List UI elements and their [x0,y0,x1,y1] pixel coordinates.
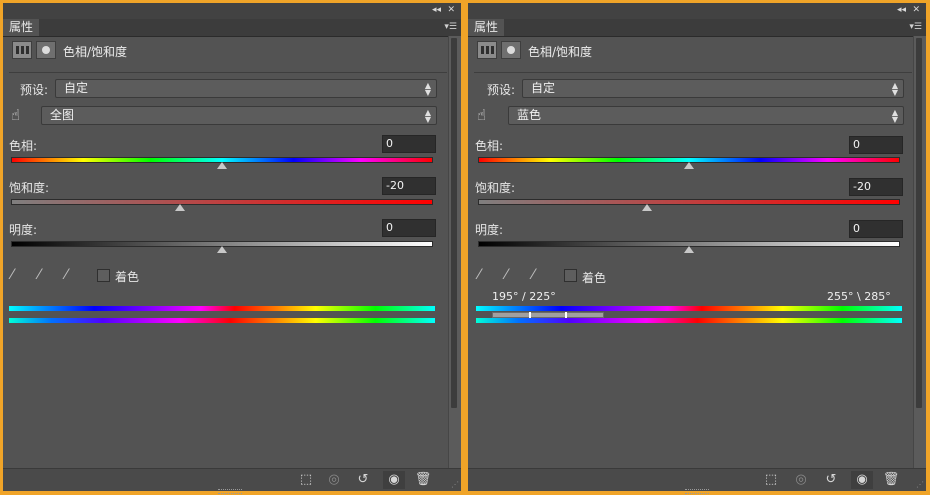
range-value: 全图 [50,108,75,122]
targeted-adjust-hand-icon[interactable]: ☝ [477,106,486,124]
adjustment-layer-icon[interactable] [12,41,32,59]
divider [9,72,447,73]
panel-resize-handle[interactable] [218,489,242,494]
hue-slider-thumb[interactable] [684,162,694,169]
divider [474,72,912,73]
close-icon[interactable]: ✕ [447,4,455,17]
saturation-slider-thumb[interactable] [642,204,652,211]
saturation-input[interactable]: -20 [849,178,903,196]
targeted-adjust-hand-icon[interactable]: ☝ [11,106,20,124]
preset-value: 自定 [531,81,556,95]
eyedropper-plus-icon[interactable]: ⁄ [38,267,40,283]
lightness-label: 明度: [9,223,38,237]
input-spectrum-bar [476,306,902,311]
arrow-down-icon: ▼ [424,88,431,97]
reset-icon[interactable]: ↺ [820,471,842,489]
preset-dropdown[interactable]: 自定 ▲ ▼ [522,79,904,98]
eyedropper-icon[interactable]: ⁄ [478,267,480,283]
panel-title-strip: ◂◂ ✕ [3,3,461,19]
view-previous-state-icon[interactable]: ◎ [790,471,812,489]
preset-value: 自定 [64,81,89,95]
preset-label: 预设: [487,83,516,97]
resize-grip-icon[interactable]: ⋰ [916,480,924,489]
eye-icon[interactable]: ◉ [383,471,405,489]
hue-label: 色相: [9,139,38,153]
saturation-input[interactable]: -20 [382,177,436,195]
arrow-down-icon: ▼ [891,88,898,97]
adjustment-title: 色相/饱和度 [528,45,593,59]
range-value: 蓝色 [517,108,542,122]
range-left-readout: 195° / 225° [492,290,556,303]
colorize-checkbox[interactable] [564,269,577,282]
lightness-label: 明度: [475,223,504,237]
panel-footer: ⬚ ◎ ↺ ◉ 🗑 ⋰ [468,468,926,491]
colorize-checkbox[interactable] [97,269,110,282]
eyedropper-icon[interactable]: ⁄ [11,267,13,283]
mask-icon[interactable] [36,41,56,59]
scrollbar[interactable] [913,36,926,471]
preset-label: 预设: [20,83,49,97]
adjustment-title: 色相/饱和度 [63,45,128,59]
tab-properties[interactable]: 属性 [3,19,40,36]
panel-title-strip: ◂◂ ✕ [468,3,926,19]
saturation-slider[interactable] [478,199,900,205]
hue-slider-thumb[interactable] [217,162,227,169]
range-dropdown[interactable]: 全图 ▲ ▼ [41,106,437,125]
eye-icon[interactable]: ◉ [851,471,873,489]
clip-to-layer-icon[interactable]: ⬚ [295,471,317,489]
view-previous-state-icon[interactable]: ◎ [323,471,345,489]
tab-bar: 属性 ▾☰ [468,19,926,37]
trash-icon[interactable]: 🗑 [412,471,434,489]
preset-dropdown[interactable]: 自定 ▲ ▼ [55,79,437,98]
range-dropdown[interactable]: 蓝色 ▲ ▼ [508,106,904,125]
arrow-down-icon: ▼ [891,115,898,124]
close-icon[interactable]: ✕ [912,4,920,17]
range-right-readout: 255° \ 285° [827,290,891,303]
saturation-slider-thumb[interactable] [175,204,185,211]
trash-icon[interactable]: 🗑 [880,471,902,489]
colorize-label: 着色 [115,270,140,284]
clip-to-layer-icon[interactable]: ⬚ [760,471,782,489]
eyedropper-minus-icon[interactable]: ⁄ [532,267,534,283]
output-spectrum-bar [476,318,902,323]
properties-panel-left: ◂◂ ✕ 属性 ▾☰ 色相/饱和度 预设: 自定 ▲ ▼ ☝ 全图 ▲ ▼ 色相: … [3,3,461,491]
panel-menu-icon[interactable]: ▾☰ [444,22,457,32]
lightness-slider-thumb[interactable] [217,246,227,253]
panel-resize-handle[interactable] [685,489,709,494]
properties-panel-right: ◂◂ ✕ 属性 ▾☰ 色相/饱和度 预设: 自定 ▲ ▼ ☝ 蓝色 ▲ ▼ 色相: … [468,3,926,491]
panel-menu-icon[interactable]: ▾☰ [909,22,922,32]
saturation-slider[interactable] [11,199,433,205]
adjustment-layer-icon[interactable] [477,41,497,59]
output-spectrum-bar [9,318,435,323]
lightness-input[interactable]: 0 [382,219,436,237]
scrollbar[interactable] [448,36,461,471]
lightness-input[interactable]: 0 [849,220,903,238]
panel-footer: ⬚ ◎ ↺ ◉ 🗑 ⋰ [3,468,461,491]
saturation-label: 饱和度: [9,181,50,195]
resize-grip-icon[interactable]: ⋰ [451,480,459,489]
hue-input[interactable]: 0 [849,136,903,154]
eyedropper-minus-icon[interactable]: ⁄ [65,267,67,283]
tab-properties[interactable]: 属性 [468,19,505,36]
tab-bar: 属性 ▾☰ [3,19,461,37]
collapse-icon[interactable]: ◂◂ [432,4,441,17]
colorize-label: 着色 [582,271,607,285]
reset-icon[interactable]: ↺ [352,471,374,489]
input-spectrum-bar [9,306,435,311]
arrow-down-icon: ▼ [424,115,431,124]
hue-input[interactable]: 0 [382,135,436,153]
hue-label: 色相: [475,139,504,153]
eyedropper-plus-icon[interactable]: ⁄ [505,267,507,283]
mask-icon[interactable] [501,41,521,59]
saturation-label: 饱和度: [475,181,516,195]
lightness-slider-thumb[interactable] [684,246,694,253]
collapse-icon[interactable]: ◂◂ [897,4,906,17]
